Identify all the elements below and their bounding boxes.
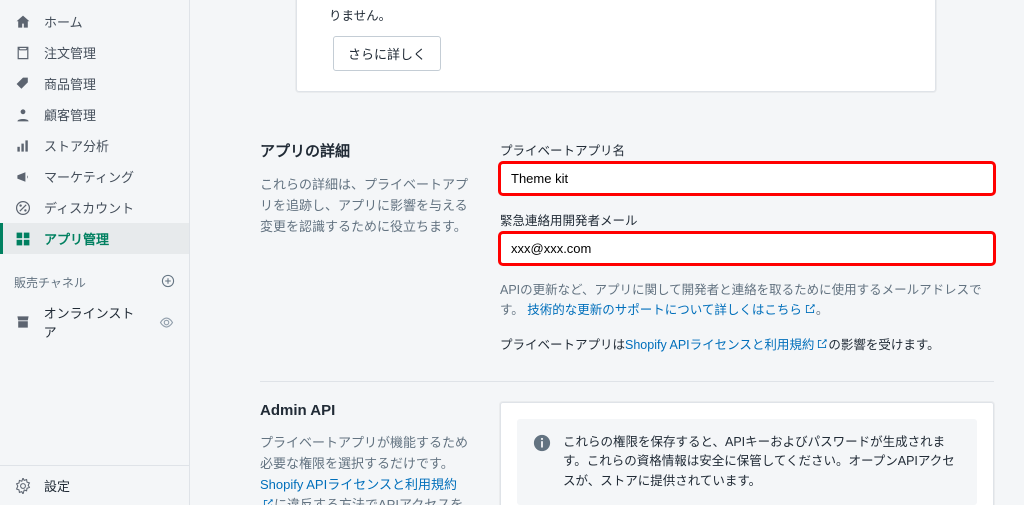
section-right: これらの権限を保存すると、APIキーおよびパスワードが生成されます。これらの資格… bbox=[500, 402, 994, 505]
info-banner: りません。 さらに詳しく bbox=[296, 0, 936, 92]
api-terms-link[interactable]: Shopify APIライセンスと利用規約 bbox=[625, 338, 828, 352]
analytics-icon bbox=[14, 137, 32, 155]
sidebar-item-discounts[interactable]: ディスカウント bbox=[0, 192, 189, 223]
sidebar-item-label: マーケティング bbox=[44, 167, 134, 186]
apps-icon bbox=[14, 230, 32, 248]
terms-text: プライベートアプリはShopify APIライセンスと利用規約の影響を受けます。 bbox=[500, 334, 994, 353]
sidebar-item-label: ホーム bbox=[44, 12, 83, 31]
app-name-input[interactable] bbox=[500, 163, 994, 194]
customers-icon bbox=[14, 106, 32, 124]
section-left: Admin API プライベートアプリが機能するため必要な権限を選択するだけです… bbox=[260, 402, 470, 505]
email-help-text: APIの更新など、アプリに関して開発者と連絡を取るために使用するメールアドレスで… bbox=[500, 280, 994, 320]
add-channel-icon[interactable] bbox=[161, 274, 175, 291]
sidebar-item-apps[interactable]: アプリ管理 bbox=[0, 223, 189, 254]
home-icon bbox=[14, 13, 32, 31]
learn-more-button[interactable]: さらに詳しく bbox=[333, 36, 441, 71]
section-admin-api: Admin API プライベートアプリが機能するため必要な権限を選択するだけです… bbox=[260, 381, 994, 505]
section-description: これらの詳細は、プライベートアプリを追跡し、アプリに影響を与える変更を認識するた… bbox=[260, 175, 470, 237]
section-right: プライベートアプリ名 緊急連絡用開発者メール APIの更新など、アプリに関して開… bbox=[500, 140, 994, 353]
store-icon bbox=[14, 313, 32, 331]
field-label: プライベートアプリ名 bbox=[500, 140, 994, 159]
sidebar-item-customers[interactable]: 顧客管理 bbox=[0, 99, 189, 130]
sidebar-item-label: アプリ管理 bbox=[44, 229, 109, 248]
sidebar-item-orders[interactable]: 注文管理 bbox=[0, 37, 189, 68]
info-icon bbox=[533, 434, 551, 452]
external-link-icon bbox=[804, 303, 816, 315]
sidebar-item-products[interactable]: 商品管理 bbox=[0, 68, 189, 99]
field-app-name: プライベートアプリ名 bbox=[500, 140, 994, 194]
sidebar-item-home[interactable]: ホーム bbox=[0, 6, 189, 37]
info-text-fragment: りません。 bbox=[329, 5, 915, 24]
field-label: 緊急連絡用開発者メール bbox=[500, 210, 994, 229]
main-content: りません。 さらに詳しく アプリの詳細 これらの詳細は、プライベートアプリを追跡… bbox=[190, 0, 1024, 505]
section-title: Admin API bbox=[260, 402, 470, 419]
banner-text: これらの権限を保存すると、APIキーおよびパスワードが生成されます。これらの資格… bbox=[563, 433, 961, 491]
products-icon bbox=[14, 75, 32, 93]
gear-icon bbox=[14, 477, 32, 495]
admin-api-card: これらの権限を保存すると、APIキーおよびパスワードが生成されます。これらの資格… bbox=[500, 402, 994, 505]
section-left: アプリの詳細 これらの詳細は、プライベートアプリを追跡し、アプリに影響を与える変… bbox=[260, 140, 470, 353]
channels-header: 販売チャネル bbox=[0, 260, 189, 297]
sidebar-item-label: ストア分析 bbox=[44, 136, 109, 155]
sidebar-item-label: 商品管理 bbox=[44, 74, 96, 93]
section-title: アプリの詳細 bbox=[260, 140, 470, 161]
view-store-icon[interactable] bbox=[157, 313, 175, 331]
channel-online-store[interactable]: オンラインストア bbox=[0, 297, 189, 347]
sidebar-item-label: 注文管理 bbox=[44, 43, 96, 62]
sidebar: ホーム 注文管理 商品管理 顧客管理 ストア分析 マーケティング ディスカウント bbox=[0, 0, 190, 505]
external-link-icon bbox=[816, 338, 828, 350]
support-link[interactable]: 技術的な更新のサポートについて詳しくはこちら bbox=[527, 303, 816, 317]
sidebar-item-settings[interactable]: 設定 bbox=[0, 465, 189, 505]
orders-icon bbox=[14, 44, 32, 62]
card-info-banner: これらの権限を保存すると、APIキーおよびパスワードが生成されます。これらの資格… bbox=[517, 419, 977, 505]
external-link-icon bbox=[262, 498, 274, 505]
channel-label: オンラインストア bbox=[44, 303, 146, 341]
nav-list: ホーム 注文管理 商品管理 顧客管理 ストア分析 マーケティング ディスカウント bbox=[0, 0, 189, 260]
sidebar-item-label: ディスカウント bbox=[44, 198, 134, 217]
settings-label: 設定 bbox=[44, 476, 70, 495]
marketing-icon bbox=[14, 168, 32, 186]
sidebar-item-label: 顧客管理 bbox=[44, 105, 96, 124]
section-app-details: アプリの詳細 これらの詳細は、プライベートアプリを追跡し、アプリに影響を与える変… bbox=[260, 120, 994, 381]
field-dev-email: 緊急連絡用開発者メール bbox=[500, 210, 994, 264]
dev-email-input[interactable] bbox=[500, 233, 994, 264]
section-description: プライベートアプリが機能するため必要な権限を選択するだけです。Shopify A… bbox=[260, 433, 470, 505]
channels-label: 販売チャネル bbox=[14, 274, 86, 291]
sidebar-item-analytics[interactable]: ストア分析 bbox=[0, 130, 189, 161]
discounts-icon bbox=[14, 199, 32, 217]
sidebar-item-marketing[interactable]: マーケティング bbox=[0, 161, 189, 192]
